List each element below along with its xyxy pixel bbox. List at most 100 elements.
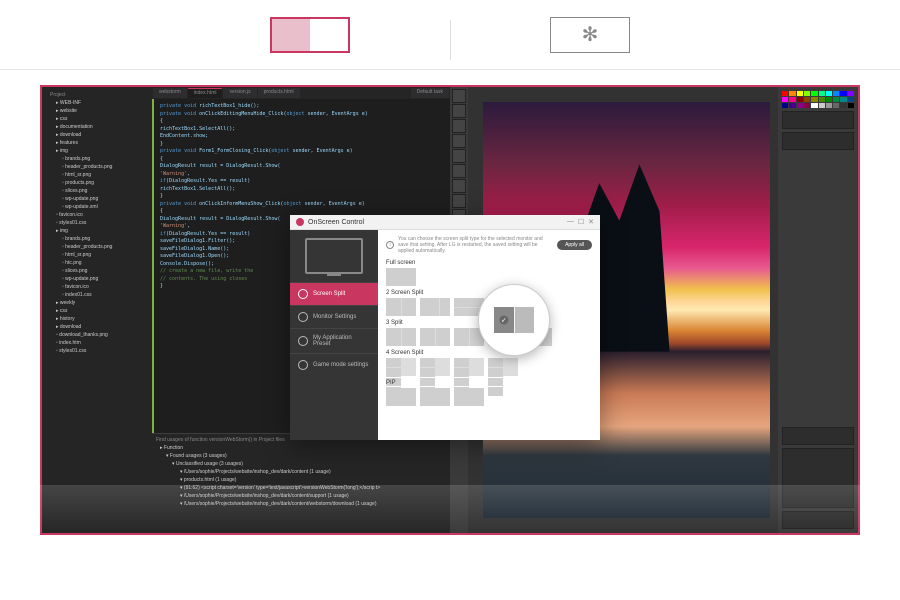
swatch[interactable] (848, 97, 854, 102)
marquee-tool[interactable] (452, 104, 466, 118)
swatch[interactable] (789, 91, 795, 96)
tab-burst-mode[interactable]: ✻ (550, 17, 630, 53)
tree-item[interactable]: ▫ favicon.ico (46, 283, 148, 291)
layout-4a[interactable] (386, 358, 416, 376)
usage-path[interactable]: ▾ products.html (1 usage) (156, 476, 446, 484)
tree-item[interactable]: ▸ css (46, 307, 148, 315)
nav-game-mode[interactable]: Game mode settings (290, 353, 378, 376)
clone-tool[interactable] (452, 164, 466, 178)
tree-item[interactable]: ▫ header_products.png (46, 163, 148, 171)
swatch[interactable] (833, 91, 839, 96)
swatch[interactable] (797, 103, 803, 108)
close-icon[interactable]: ✕ (588, 218, 594, 226)
swatch[interactable] (848, 91, 854, 96)
tab-webstorm[interactable]: webstorm (153, 88, 187, 98)
tree-item[interactable]: ▸ website (46, 107, 148, 115)
minimize-icon[interactable]: — (567, 218, 574, 226)
tree-item[interactable]: ▫ slices.png (46, 187, 148, 195)
dialog-titlebar[interactable]: OnScreen Control — ☐ ✕ (290, 215, 600, 230)
swatch[interactable] (797, 97, 803, 102)
tree-item[interactable]: ▫ brands.png (46, 235, 148, 243)
swatch[interactable] (804, 103, 810, 108)
tree-item[interactable]: ▫ html_sr.png (46, 171, 148, 179)
styles-panel[interactable] (782, 132, 854, 150)
tree-item[interactable]: ▫ wp-update.xml (46, 203, 148, 211)
tree-item[interactable]: ▸ WEB-INF (46, 99, 148, 107)
swatch[interactable] (848, 103, 854, 108)
tree-item[interactable]: ▫ styles01.css (46, 219, 148, 227)
tab-index[interactable]: index.html (188, 88, 223, 98)
tree-item[interactable]: ▸ weekly (46, 299, 148, 307)
swatch[interactable] (840, 103, 846, 108)
layout-3a[interactable] (386, 328, 416, 346)
layout-4c[interactable] (454, 358, 484, 376)
swatch[interactable] (819, 91, 825, 96)
swatch[interactable] (833, 103, 839, 108)
swatch[interactable] (826, 97, 832, 102)
tab-version[interactable]: version.js (223, 88, 256, 98)
tree-item[interactable]: ▫ html_sr.png (46, 251, 148, 259)
nav-monitor-settings[interactable]: Monitor Settings (290, 305, 378, 328)
tree-item[interactable]: ▸ download (46, 323, 148, 331)
layout-2v-b[interactable] (420, 298, 450, 316)
tree-item[interactable]: ▸ download (46, 131, 148, 139)
usage-path[interactable]: ▾ /Users/sophie/Projects/website/inshop_… (156, 468, 446, 476)
swatch[interactable] (782, 91, 788, 96)
tree-item[interactable]: ▫ styles01.css (46, 347, 148, 355)
usages-found[interactable]: Found usages (3 usages) (170, 453, 227, 459)
tree-item[interactable]: ▫ favicon.ico (46, 211, 148, 219)
swatch[interactable] (833, 97, 839, 102)
swatch[interactable] (819, 103, 825, 108)
layout-2v[interactable] (386, 298, 416, 316)
swatch[interactable] (789, 97, 795, 102)
swatch[interactable] (797, 91, 803, 96)
layout-pip-b[interactable] (420, 388, 450, 406)
usages-unclass[interactable]: Unclassified usage (3 usages) (176, 461, 243, 467)
tree-item[interactable]: ▸ img (46, 147, 148, 155)
adjustments-panel[interactable] (782, 111, 854, 129)
layout-pip-c[interactable] (454, 388, 484, 406)
brush-tool[interactable] (452, 149, 466, 163)
lasso-tool[interactable] (452, 119, 466, 133)
tree-item[interactable]: ▸ history (46, 315, 148, 323)
tab-split-layout[interactable] (270, 17, 350, 53)
tree-item[interactable]: ▸ img (46, 227, 148, 235)
apply-all-button[interactable]: Apply all (557, 240, 592, 250)
history-panel[interactable] (782, 427, 854, 445)
swatch[interactable] (826, 103, 832, 108)
swatch[interactable] (819, 97, 825, 102)
nav-app-preset[interactable]: My Application Preset (290, 328, 378, 353)
swatch[interactable] (826, 91, 832, 96)
swatch[interactable] (811, 91, 817, 96)
tree-item[interactable]: ▸ documentation (46, 123, 148, 131)
layout-pip-a[interactable] (386, 388, 416, 406)
swatch[interactable] (811, 97, 817, 102)
maximize-icon[interactable]: ☐ (578, 218, 584, 226)
swatch[interactable] (811, 103, 817, 108)
selected-layout[interactable]: ✓ (494, 307, 534, 333)
tree-item[interactable]: ▫ slices.png (46, 267, 148, 275)
swatch[interactable] (804, 97, 810, 102)
tree-item[interactable]: ▫ htc.png (46, 259, 148, 267)
tree-item[interactable]: ▫ wp-update.png (46, 275, 148, 283)
layout-4b[interactable] (420, 358, 450, 376)
swatch[interactable] (840, 91, 846, 96)
crop-tool[interactable] (452, 134, 466, 148)
tree-item[interactable]: ▸ css (46, 115, 148, 123)
tree-item[interactable]: ▫ index.htm (46, 339, 148, 347)
nav-screen-split[interactable]: Screen Split (290, 282, 378, 305)
move-tool[interactable] (452, 89, 466, 103)
usages-root[interactable]: Function (164, 445, 183, 451)
layout-full[interactable] (386, 268, 416, 286)
swatch[interactable] (782, 97, 788, 102)
tree-item[interactable]: ▫ download_thanks.png (46, 331, 148, 339)
swatch[interactable] (804, 91, 810, 96)
swatch[interactable] (840, 97, 846, 102)
default-task[interactable]: Default task (411, 88, 449, 98)
tab-products[interactable]: products.html (258, 88, 300, 98)
layout-4d[interactable] (488, 358, 518, 376)
tree-item[interactable]: ▫ wp-update.png (46, 195, 148, 203)
tree-item[interactable]: ▸ features (46, 139, 148, 147)
layout-3b[interactable] (420, 328, 450, 346)
tree-item[interactable]: ▫ index01.css (46, 291, 148, 299)
